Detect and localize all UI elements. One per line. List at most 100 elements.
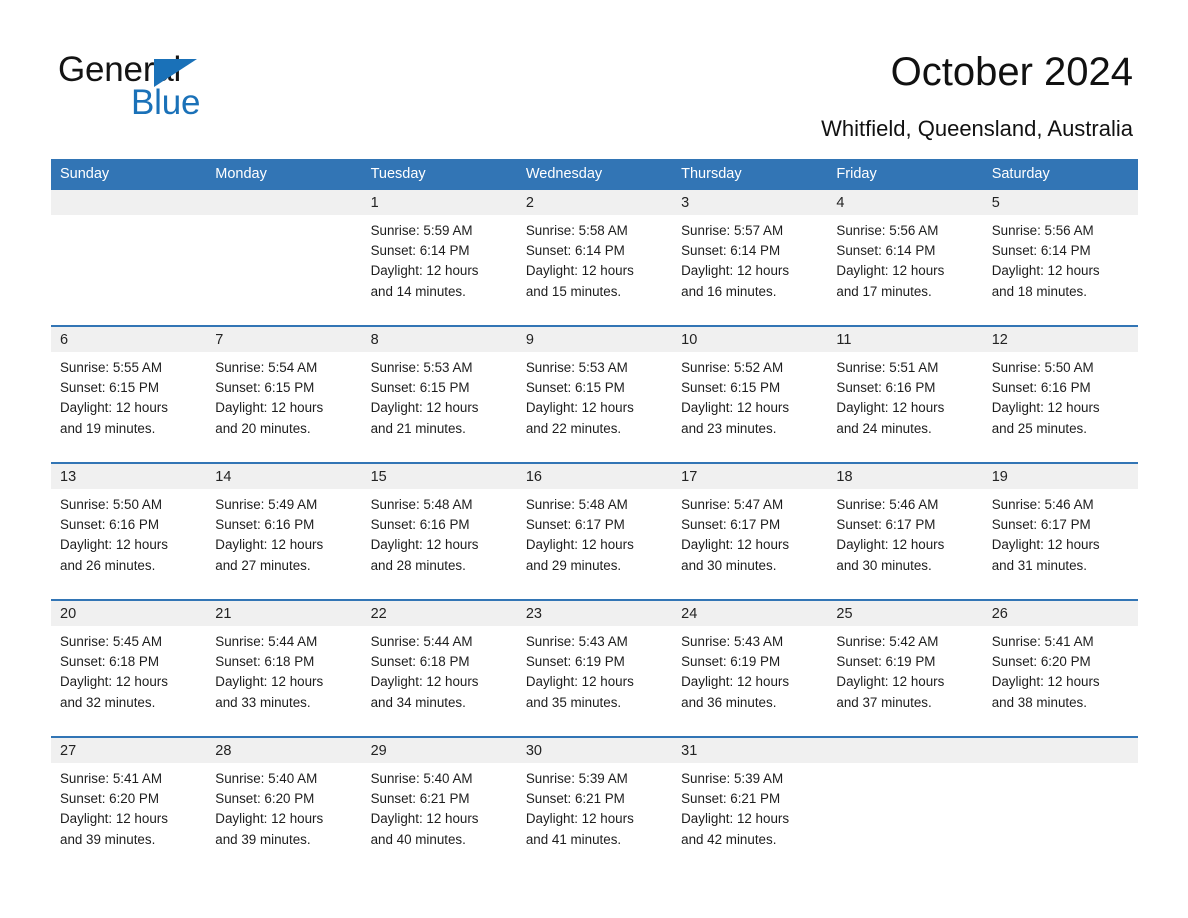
daylight-duration-line2: and 39 minutes. (60, 831, 156, 847)
sunset-time: Sunset: 6:18 PM (60, 654, 159, 670)
calendar-cell-day[interactable]: 31 Sunrise: 5:39 AM Sunset: 6:21 PM Dayligh… (672, 736, 828, 873)
daylight-duration-line2: and 30 minutes. (681, 557, 777, 573)
sunset-time: Sunset: 6:19 PM (681, 654, 781, 670)
calendar-cell-day[interactable]: 28 Sunrise: 5:40 AM Sunset: 6:20 PM Dayligh… (206, 736, 362, 873)
daylight-duration-line1: Daylight: 12 hours (60, 811, 168, 827)
sunrise-time: Sunrise: 5:50 AM (60, 497, 162, 512)
sunset-time: Sunset: 6:17 PM (836, 517, 936, 533)
calendar-cell-day[interactable]: 10 Sunrise: 5:52 AM Sunset: 6:15 PM Dayligh… (672, 325, 828, 463)
daylight-duration-line2: and 25 minutes. (991, 420, 1087, 436)
calendar-cell-empty (51, 190, 207, 326)
day-details: Sunrise: 5:51 AM Sunset: 6:16 PM Daylight:… (827, 352, 982, 439)
calendar-cell-day[interactable]: 13 Sunrise: 5:50 AM Sunset: 6:16 PM Dayligh… (51, 462, 207, 600)
calendar-cell-day[interactable]: 1 Sunrise: 5:59 AM Sunset: 6:14 PM Daylight… (361, 190, 517, 326)
day-number: 12 (982, 327, 1138, 352)
day-details: Sunrise: 5:40 AM Sunset: 6:21 PM Daylight:… (362, 763, 517, 850)
weekday-header-monday: Monday (206, 159, 362, 190)
day-details: Sunrise: 5:48 AM Sunset: 6:16 PM Daylight:… (362, 489, 517, 576)
calendar-cell-day[interactable]: 3 Sunrise: 5:57 AM Sunset: 6:14 PM Daylight… (672, 190, 828, 326)
day-details: Sunrise: 5:41 AM Sunset: 6:20 PM Daylight:… (983, 626, 1138, 713)
day-cell (51, 190, 207, 325)
sunset-time: Sunset: 6:18 PM (370, 654, 470, 670)
daylight-duration-line2: and 31 minutes. (991, 557, 1087, 573)
day-cell: 6 Sunrise: 5:55 AM Sunset: 6:15 PM Daylight… (51, 327, 207, 462)
calendar-cell-day[interactable]: 12 Sunrise: 5:50 AM Sunset: 6:16 PM Dayligh… (982, 325, 1138, 463)
daylight-duration-line2: and 37 minutes. (836, 694, 932, 710)
day-details: Sunrise: 5:44 AM Sunset: 6:18 PM Daylight:… (206, 626, 361, 713)
calendar-cell-day[interactable]: 8 Sunrise: 5:53 AM Sunset: 6:15 PM Daylight… (361, 325, 517, 463)
day-number: 15 (361, 464, 517, 489)
day-number: 31 (672, 738, 828, 763)
weekday-header-saturday: Saturday (982, 159, 1138, 190)
day-details: Sunrise: 5:52 AM Sunset: 6:15 PM Daylight:… (672, 352, 827, 439)
calendar-week-row: 20 Sunrise: 5:45 AM Sunset: 6:18 PM Dayligh… (51, 599, 1138, 737)
day-details: Sunrise: 5:43 AM Sunset: 6:19 PM Daylight:… (672, 626, 827, 713)
calendar-cell-day[interactable]: 16 Sunrise: 5:48 AM Sunset: 6:17 PM Dayligh… (516, 462, 673, 600)
calendar-cell-day[interactable]: 7 Sunrise: 5:54 AM Sunset: 6:15 PM Daylight… (206, 325, 362, 463)
sunset-time: Sunset: 6:20 PM (215, 791, 315, 807)
calendar-cell-day[interactable]: 4 Sunrise: 5:56 AM Sunset: 6:14 PM Daylight… (827, 190, 983, 326)
calendar-cell-day[interactable]: 25 Sunrise: 5:42 AM Sunset: 6:19 PM Dayligh… (827, 599, 983, 737)
calendar-cell-day[interactable]: 27 Sunrise: 5:41 AM Sunset: 6:20 PM Dayligh… (51, 736, 207, 873)
sunrise-time: Sunrise: 5:49 AM (215, 497, 318, 512)
daylight-duration-line2: and 30 minutes. (836, 557, 932, 573)
day-cell: 14 Sunrise: 5:49 AM Sunset: 6:16 PM Dayligh… (206, 464, 362, 599)
day-details: Sunrise: 5:58 AM Sunset: 6:14 PM Daylight:… (517, 215, 672, 302)
calendar-cell-day[interactable]: 5 Sunrise: 5:56 AM Sunset: 6:14 PM Daylight… (982, 190, 1138, 326)
calendar-cell-day[interactable]: 2 Sunrise: 5:58 AM Sunset: 6:14 PM Daylight… (516, 190, 673, 326)
sunrise-time: Sunrise: 5:58 AM (525, 223, 628, 238)
daylight-duration-line1: Daylight: 12 hours (370, 674, 479, 690)
calendar-cell-day[interactable]: 23 Sunrise: 5:43 AM Sunset: 6:19 PM Dayligh… (516, 599, 673, 737)
day-cell: 26 Sunrise: 5:41 AM Sunset: 6:20 PM Dayligh… (982, 601, 1138, 736)
sunrise-time: Sunrise: 5:40 AM (215, 771, 318, 786)
day-details: Sunrise: 5:46 AM Sunset: 6:17 PM Daylight:… (827, 489, 982, 576)
daylight-duration-line1: Daylight: 12 hours (681, 263, 790, 279)
calendar-cell-day[interactable]: 29 Sunrise: 5:40 AM Sunset: 6:21 PM Dayligh… (361, 736, 517, 873)
day-details (827, 763, 982, 769)
daylight-duration-line1: Daylight: 12 hours (836, 263, 945, 279)
day-details: Sunrise: 5:45 AM Sunset: 6:18 PM Daylight:… (51, 626, 206, 713)
calendar-cell-day[interactable]: 24 Sunrise: 5:43 AM Sunset: 6:19 PM Dayligh… (672, 599, 828, 737)
sunset-time: Sunset: 6:21 PM (681, 791, 781, 807)
calendar-cell-day[interactable]: 18 Sunrise: 5:46 AM Sunset: 6:17 PM Dayligh… (827, 462, 983, 600)
sunrise-time: Sunrise: 5:41 AM (991, 634, 1094, 649)
sunrise-time: Sunrise: 5:54 AM (215, 360, 318, 375)
calendar-cell-day[interactable]: 9 Sunrise: 5:53 AM Sunset: 6:15 PM Daylight… (516, 325, 673, 463)
calendar-cell-day[interactable]: 30 Sunrise: 5:39 AM Sunset: 6:21 PM Dayligh… (516, 736, 673, 873)
daylight-duration-line1: Daylight: 12 hours (991, 537, 1100, 553)
calendar-cell-day[interactable]: 20 Sunrise: 5:45 AM Sunset: 6:18 PM Dayligh… (51, 599, 207, 737)
calendar-cell-day[interactable]: 21 Sunrise: 5:44 AM Sunset: 6:18 PM Dayligh… (206, 599, 362, 737)
day-details: Sunrise: 5:55 AM Sunset: 6:15 PM Daylight:… (51, 352, 206, 439)
day-details: Sunrise: 5:47 AM Sunset: 6:17 PM Daylight:… (672, 489, 827, 576)
day-details (51, 215, 206, 221)
calendar-cell-day[interactable]: 14 Sunrise: 5:49 AM Sunset: 6:16 PM Dayligh… (206, 462, 362, 600)
calendar-cell-day[interactable]: 17 Sunrise: 5:47 AM Sunset: 6:17 PM Dayligh… (672, 462, 828, 600)
brand-logo[interactable]: General Blue (58, 52, 318, 126)
sunrise-time: Sunrise: 5:44 AM (370, 634, 473, 649)
day-number (51, 190, 207, 215)
day-cell: 25 Sunrise: 5:42 AM Sunset: 6:19 PM Dayligh… (827, 601, 983, 736)
day-number: 29 (361, 738, 517, 763)
sunset-time: Sunset: 6:16 PM (60, 517, 159, 533)
day-details: Sunrise: 5:40 AM Sunset: 6:20 PM Daylight:… (206, 763, 361, 850)
day-number: 25 (827, 601, 983, 626)
weekday-header-friday: Friday (827, 159, 983, 190)
calendar-week-row: 27 Sunrise: 5:41 AM Sunset: 6:20 PM Dayligh… (51, 736, 1138, 873)
day-details: Sunrise: 5:46 AM Sunset: 6:17 PM Daylight:… (983, 489, 1138, 576)
calendar-week-row: 1 Sunrise: 5:59 AM Sunset: 6:14 PM Daylight… (51, 190, 1138, 326)
calendar-cell-day[interactable]: 22 Sunrise: 5:44 AM Sunset: 6:18 PM Dayligh… (361, 599, 517, 737)
calendar-cell-day[interactable]: 15 Sunrise: 5:48 AM Sunset: 6:16 PM Dayligh… (361, 462, 517, 600)
sunset-time: Sunset: 6:14 PM (836, 243, 936, 259)
day-details: Sunrise: 5:59 AM Sunset: 6:14 PM Daylight:… (362, 215, 517, 302)
daylight-duration-line1: Daylight: 12 hours (836, 674, 945, 690)
calendar-cell-day[interactable]: 19 Sunrise: 5:46 AM Sunset: 6:17 PM Dayligh… (982, 462, 1138, 600)
calendar-cell-day[interactable]: 11 Sunrise: 5:51 AM Sunset: 6:16 PM Dayligh… (827, 325, 983, 463)
daylight-duration-line1: Daylight: 12 hours (60, 674, 168, 690)
calendar-cell-day[interactable]: 6 Sunrise: 5:55 AM Sunset: 6:15 PM Daylight… (51, 325, 207, 463)
day-number (206, 190, 362, 215)
day-details: Sunrise: 5:48 AM Sunset: 6:17 PM Daylight:… (517, 489, 672, 576)
day-cell: 2 Sunrise: 5:58 AM Sunset: 6:14 PM Daylight… (516, 190, 673, 325)
day-cell: 31 Sunrise: 5:39 AM Sunset: 6:21 PM Dayligh… (672, 738, 828, 873)
page-header: General Blue October 2024 Whitfield, Que… (0, 0, 1188, 150)
calendar-cell-day[interactable]: 26 Sunrise: 5:41 AM Sunset: 6:20 PM Dayligh… (982, 599, 1138, 737)
